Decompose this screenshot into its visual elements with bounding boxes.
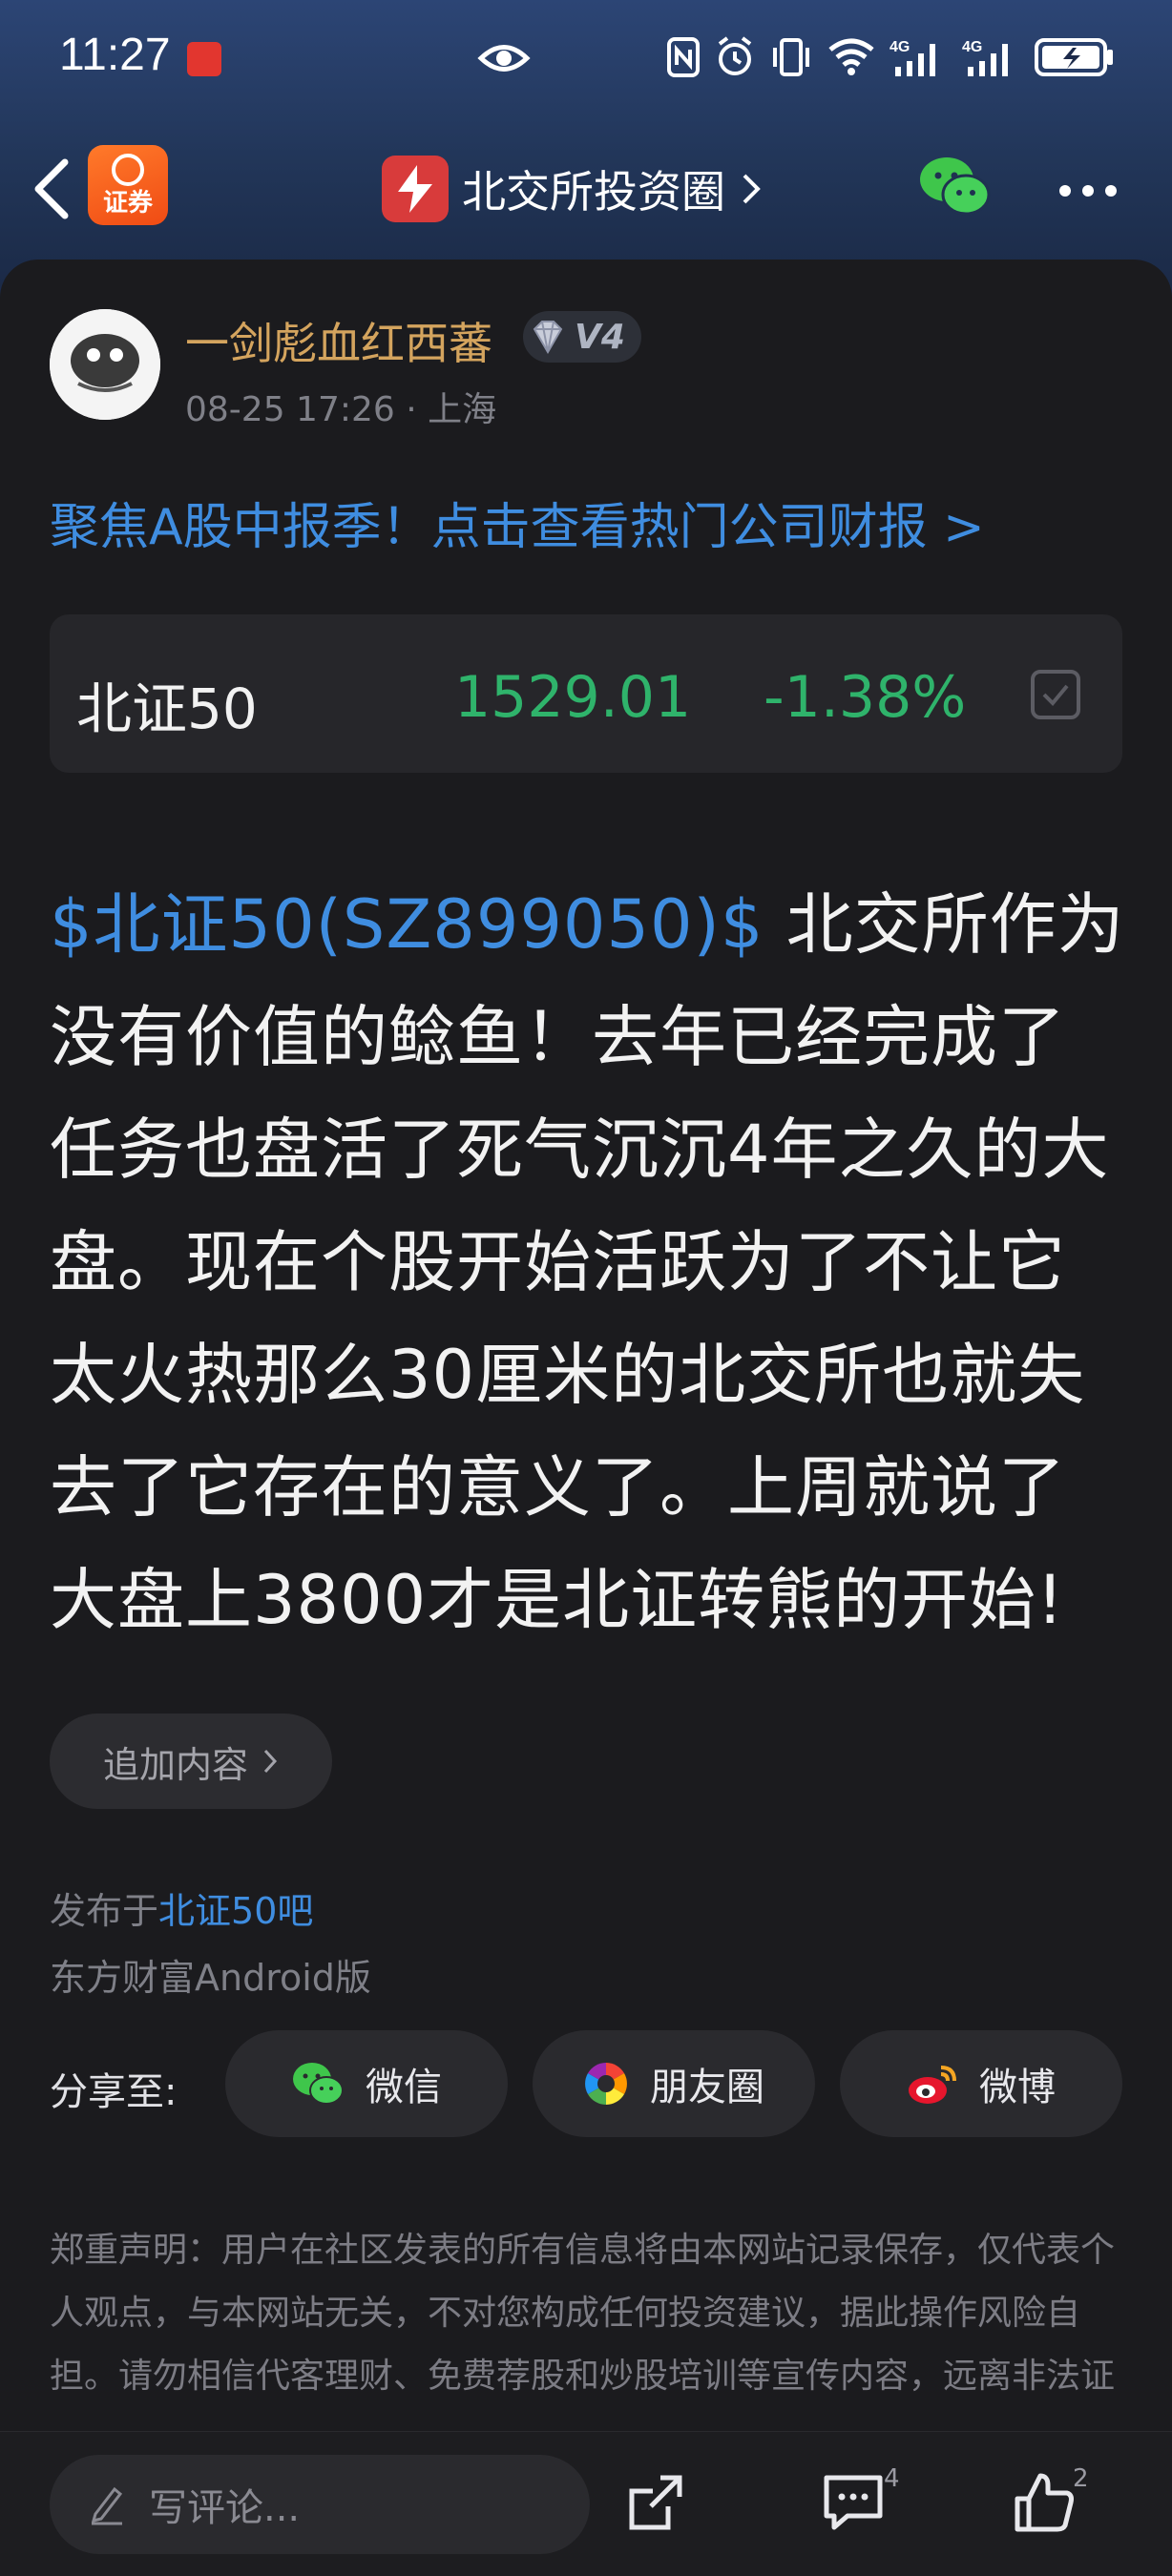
level-badge: V4 (523, 311, 641, 363)
status-time: 11:27 (59, 30, 171, 80)
app-logo[interactable]: 证券 (88, 145, 168, 225)
like-thumb-icon[interactable] (1010, 2468, 1078, 2537)
more-options-icon[interactable] (1057, 183, 1119, 198)
share-icon[interactable] (622, 2468, 691, 2537)
weibo-icon (909, 2066, 956, 2104)
signal-icon-2: 4G (962, 39, 1008, 76)
logo-mark-icon (112, 154, 144, 186)
comment-input[interactable]: 写评论... (50, 2455, 590, 2554)
comment-placeholder: 写评论... (149, 2486, 301, 2530)
share-moments-button[interactable]: 朋友圈 (533, 2030, 815, 2137)
notification-icon (187, 42, 221, 76)
diamond-icon (533, 321, 563, 354)
checkbox-icon[interactable] (1029, 668, 1082, 721)
bottom-action-bar: 写评论... 4 2 (0, 2431, 1172, 2576)
share-weibo-button[interactable]: 微博 (840, 2030, 1122, 2137)
disclaimer-text: 郑重声明：用户在社区发表的所有信息将由本网站记录保存，仅代表个人观点，与本网站无… (50, 2231, 1116, 2396)
forum-title-link[interactable]: 北交所投资圈 (382, 155, 764, 223)
chevron-right-icon (743, 174, 761, 204)
level-label: V4 (575, 317, 625, 357)
add-content-label: 追加内容 (102, 1743, 248, 1786)
alarm-icon (718, 36, 752, 75)
status-icons: 4G 4G (666, 34, 1115, 80)
stock-name: 北证50 (76, 676, 258, 741)
published-prefix: 发布于 (50, 1890, 159, 1932)
post-text: 北交所作为没有价值的鲶鱼！去年已经完成了任务也盘活了死气沉沉4年之久的大盘。现在… (50, 885, 1125, 1639)
share-label: 分享至: (50, 2070, 178, 2114)
nav-bar: 证券 北交所投资圈 (0, 134, 1172, 248)
published-info: 发布于北证50吧 (50, 1881, 313, 1934)
published-forum-link[interactable]: 北证50吧 (158, 1890, 313, 1932)
username[interactable]: 一剑彪血红西蕃 (185, 309, 492, 372)
share-weibo-label: 微博 (979, 2066, 1056, 2109)
user-avatar[interactable] (50, 309, 160, 420)
client-version: 东方财富Android版 (50, 1957, 371, 1999)
post-meta: 08-25 17:26 · 上海 (185, 390, 497, 429)
stock-price: 1529.01 (454, 664, 692, 731)
stock-mention-link[interactable]: $北证50(SZ899050)$ (50, 885, 764, 964)
post-card: 一剑彪血红西蕃 V4 08-25 17:26 · 上海 聚焦A股中报季！点击查看… (0, 260, 1172, 2576)
forum-icon (382, 156, 449, 222)
vibrate-icon (773, 38, 809, 76)
eye-icon (477, 45, 531, 72)
back-arrow-icon[interactable] (29, 155, 73, 223)
wechat-share-icon[interactable] (918, 153, 991, 219)
app-logo-label: 证券 (102, 189, 153, 218)
comment-icon[interactable] (819, 2468, 888, 2537)
svg-text:4G: 4G (962, 39, 982, 55)
stock-quote-card[interactable]: 北证50 1529.01 -1.38% (50, 614, 1122, 773)
stock-change: -1.38% (764, 664, 967, 731)
wifi-icon (828, 38, 874, 75)
nfc-icon (667, 37, 700, 77)
post-body: $北证50(SZ899050)$ 北交所作为没有价值的鲶鱼！去年已经完成了任务也… (50, 868, 1128, 1656)
svg-text:4G: 4G (889, 39, 910, 55)
share-wechat-label: 微信 (366, 2066, 442, 2109)
like-count: 2 (1073, 2464, 1089, 2493)
share-moments-label: 朋友圈 (650, 2066, 764, 2109)
moments-icon (585, 2063, 627, 2105)
chevron-right-icon (263, 1749, 278, 1774)
share-wechat-button[interactable]: 微信 (225, 2030, 508, 2137)
wechat-icon (293, 2063, 344, 2105)
add-content-button[interactable]: 追加内容 (50, 1714, 332, 1809)
battery-icon (1035, 38, 1113, 76)
pencil-icon (91, 2486, 123, 2525)
forum-title: 北交所投资圈 (462, 166, 725, 218)
promo-link[interactable]: 聚焦A股中报季！点击查看热门公司财报 > (50, 487, 985, 558)
signal-icon-1: 4G (889, 39, 935, 76)
comment-count: 4 (884, 2464, 900, 2493)
status-bar: 11:27 4G 4G (0, 0, 1172, 114)
